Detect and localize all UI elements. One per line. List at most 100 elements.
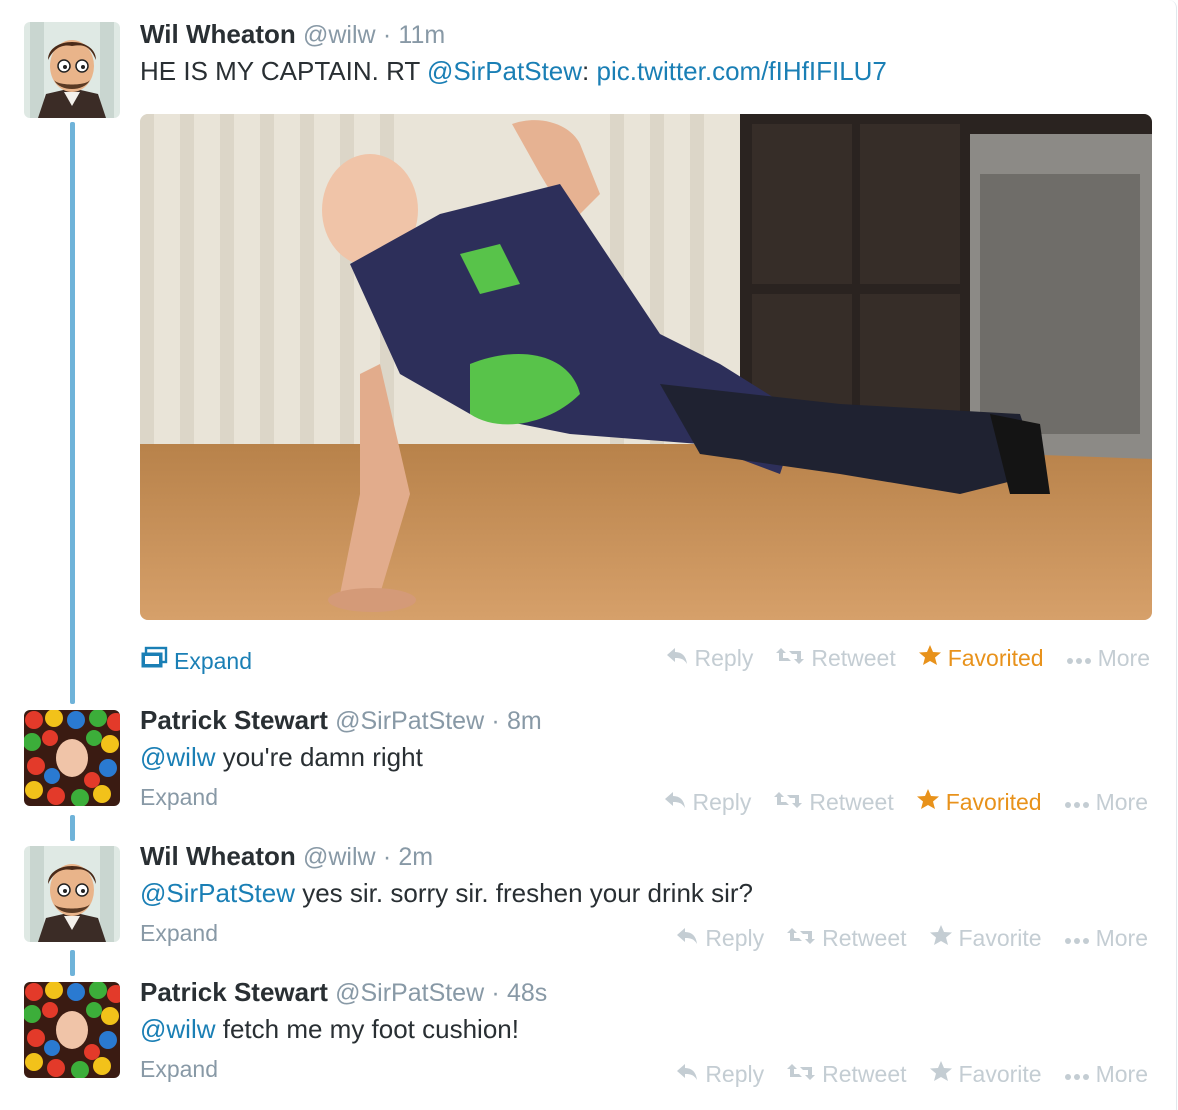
retweet-icon: [786, 1061, 816, 1088]
retweet-button[interactable]: Retweet: [773, 788, 894, 816]
reply-label: Reply: [705, 924, 765, 951]
reply-icon: [675, 1061, 699, 1088]
tweet-header: Patrick Stewart @SirPatStew · 48s: [140, 976, 547, 1009]
favorite-label: Favorite: [958, 1060, 1042, 1087]
reply-icon: [665, 645, 689, 672]
reply-button[interactable]: Reply: [675, 1060, 764, 1088]
tweet-text-part: HE IS MY CAPTAIN. RT: [140, 56, 428, 86]
more-label: More: [1095, 1060, 1148, 1087]
expand-media-button[interactable]: Expand: [140, 646, 252, 676]
star-icon: [929, 924, 953, 952]
favorite-label: Favorited: [947, 644, 1044, 671]
author-name[interactable]: Wil Wheaton: [140, 19, 296, 49]
more-label: More: [1095, 788, 1148, 815]
retweet-label: Retweet: [809, 788, 894, 815]
tweet-text: @wilw you're damn right: [140, 740, 423, 774]
author-handle[interactable]: @wilw: [303, 21, 376, 49]
avatar-wil-wheaton[interactable]: [24, 846, 120, 942]
tweet-header: Wil Wheaton @wilw · 11m: [140, 18, 445, 51]
avatar-patrick-stewart[interactable]: [24, 982, 120, 1078]
retweet-button[interactable]: Retweet: [786, 1060, 907, 1088]
avatar-wil-wheaton[interactable]: [24, 22, 120, 118]
favorite-button[interactable]: Favorite: [929, 924, 1042, 952]
reply-icon: [663, 789, 687, 816]
tweet[interactable]: Patrick Stewart @SirPatStew · 8m @wilw y…: [0, 704, 1176, 824]
separator: ·: [491, 707, 500, 735]
more-dots-icon: [1064, 1061, 1090, 1088]
retweet-icon: [786, 925, 816, 952]
more-button[interactable]: More: [1064, 788, 1148, 816]
timestamp[interactable]: 48s: [507, 979, 547, 1007]
tweet-actions: Reply Retweet Favorite More: [675, 1060, 1148, 1088]
tweet-text: HE IS MY CAPTAIN. RT @SirPatStew: pic.tw…: [140, 54, 887, 88]
favorite-label: Favorite: [958, 924, 1042, 951]
expand-button[interactable]: Expand: [140, 784, 218, 811]
reply-button[interactable]: Reply: [665, 644, 754, 672]
separator: ·: [382, 843, 392, 871]
favorite-label: Favorited: [945, 788, 1042, 815]
more-button[interactable]: More: [1064, 924, 1148, 952]
more-dots-icon: [1064, 789, 1090, 816]
timestamp[interactable]: 8m: [507, 707, 542, 735]
retweet-icon: [773, 789, 803, 816]
media-link[interactable]: pic.twitter.com/fIHfIFILU7: [596, 56, 886, 86]
more-label: More: [1095, 924, 1148, 951]
author-name[interactable]: Wil Wheaton: [140, 841, 296, 871]
retweet-label: Retweet: [811, 644, 896, 671]
retweet-button[interactable]: Retweet: [786, 924, 907, 952]
reply-label: Reply: [705, 1060, 765, 1087]
timestamp[interactable]: 2m: [398, 843, 433, 871]
mention-link[interactable]: @SirPatStew: [140, 878, 295, 908]
mention-link[interactable]: @wilw: [140, 1014, 216, 1044]
more-label: More: [1097, 644, 1150, 671]
more-dots-icon: [1066, 645, 1092, 672]
timestamp[interactable]: 11m: [398, 21, 445, 49]
tweet-photo[interactable]: [140, 114, 1152, 620]
favorite-button[interactable]: Favorite: [929, 1060, 1042, 1088]
tweet-actions: Reply Retweet Favorited More: [663, 788, 1148, 816]
tweet-header: Patrick Stewart @SirPatStew · 8m: [140, 704, 542, 737]
tweet-text-part: :: [582, 56, 597, 86]
more-dots-icon: [1064, 925, 1090, 952]
tweet-thread-card: Wil Wheaton @wilw · 11m HE IS MY CAPTAIN…: [0, 0, 1177, 1110]
expand-button[interactable]: Expand: [140, 1056, 218, 1083]
tweet[interactable]: Wil Wheaton @wilw · 11m HE IS MY CAPTAIN…: [0, 18, 1176, 678]
reply-label: Reply: [692, 788, 752, 815]
reply-button[interactable]: Reply: [663, 788, 752, 816]
tweet[interactable]: Wil Wheaton @wilw · 2m @SirPatStew yes s…: [0, 840, 1176, 960]
expand-media-icon: [140, 646, 168, 676]
star-icon: [918, 644, 942, 672]
mention-link[interactable]: @wilw: [140, 742, 216, 772]
retweet-label: Retweet: [822, 924, 907, 951]
tweet-text-part: yes sir. sorry sir. freshen your drink s…: [295, 878, 754, 908]
more-button[interactable]: More: [1064, 1060, 1148, 1088]
reply-icon: [675, 925, 699, 952]
tweet-actions: Reply Retweet Favorited More: [665, 644, 1150, 672]
expand-button[interactable]: Expand: [140, 920, 218, 947]
tweet-actions: Reply Retweet Favorite More: [675, 924, 1148, 952]
favorite-button[interactable]: Favorited: [916, 788, 1042, 816]
favorite-button[interactable]: Favorited: [918, 644, 1044, 672]
avatar-patrick-stewart[interactable]: [24, 710, 120, 806]
author-handle[interactable]: @SirPatStew: [335, 979, 484, 1007]
author-handle[interactable]: @SirPatStew: [335, 707, 484, 735]
tweet-header: Wil Wheaton @wilw · 2m: [140, 840, 433, 873]
reply-button[interactable]: Reply: [675, 924, 764, 952]
tweet-text: @SirPatStew yes sir. sorry sir. freshen …: [140, 876, 753, 910]
retweet-label: Retweet: [822, 1060, 907, 1087]
more-button[interactable]: More: [1066, 644, 1150, 672]
author-handle[interactable]: @wilw: [303, 843, 376, 871]
separator: ·: [491, 979, 500, 1007]
star-icon: [916, 788, 940, 816]
author-name[interactable]: Patrick Stewart: [140, 705, 328, 735]
author-name[interactable]: Patrick Stewart: [140, 977, 328, 1007]
tweet[interactable]: Patrick Stewart @SirPatStew · 48s @wilw …: [0, 976, 1176, 1096]
retweet-button[interactable]: Retweet: [775, 644, 896, 672]
retweet-icon: [775, 645, 805, 672]
mention-link[interactable]: @SirPatStew: [427, 56, 582, 86]
reply-label: Reply: [694, 644, 754, 671]
tweet-text: @wilw fetch me my foot cushion!: [140, 1012, 519, 1046]
tweet-text-part: fetch me my foot cushion!: [215, 1014, 519, 1044]
tweet-text-part: you're damn right: [215, 742, 423, 772]
star-icon: [929, 1060, 953, 1088]
